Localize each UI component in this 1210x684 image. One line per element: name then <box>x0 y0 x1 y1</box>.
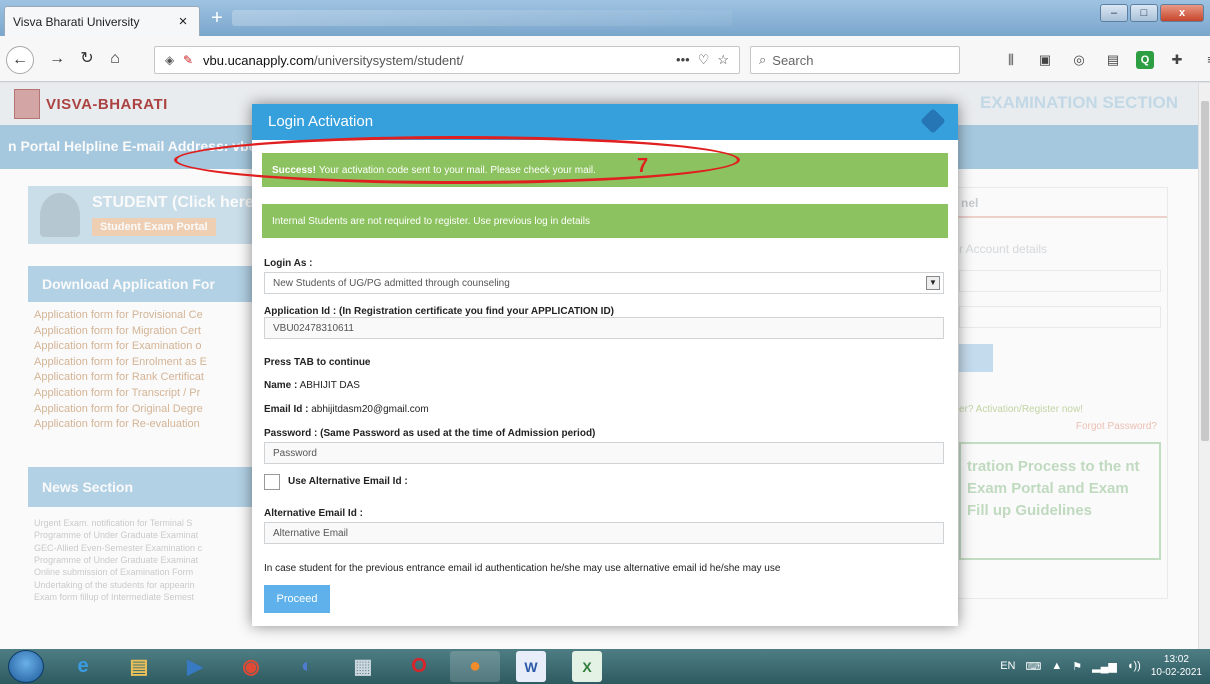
url-path: /universitysystem/student/ <box>314 52 464 68</box>
internet-explorer-icon[interactable]: e <box>58 651 108 682</box>
taskbar-apps: e ▤ ▶ ◉ ◐ ▦ O ● W X <box>58 651 612 682</box>
menu-icon[interactable]: ≡ <box>1200 49 1210 71</box>
press-tab-label: Press TAB to continue <box>264 357 371 368</box>
clock-date: 10-02-2021 <box>1150 667 1202 678</box>
url-text[interactable]: vbu.ucanapply.com/universitysystem/stude… <box>203 53 676 68</box>
browser-tab-bar: Visva Bharati University × + – □ x <box>0 0 1210 36</box>
chevron-down-icon[interactable]: ▼ <box>926 276 940 290</box>
forward-arrow-icon[interactable]: → <box>46 49 68 71</box>
alt-email-label: Alternative Email Id : <box>264 508 363 519</box>
window-controls: – □ x <box>1100 4 1204 22</box>
home-icon[interactable]: ⌂ <box>104 49 126 71</box>
alt-email-checkbox[interactable] <box>264 474 280 490</box>
alt-email-input[interactable]: Alternative Email <box>264 522 944 544</box>
annotation-ellipse <box>174 136 740 184</box>
language-indicator[interactable]: EN <box>1000 660 1015 672</box>
new-tab-button[interactable]: + <box>206 8 228 30</box>
shield-icon[interactable]: ◈ <box>165 53 183 67</box>
media-player-icon[interactable]: ▶ <box>170 651 220 682</box>
proceed-button[interactable]: Proceed <box>264 585 330 613</box>
login-as-label: Login As : <box>264 258 313 269</box>
tab-close-icon[interactable]: × <box>175 13 191 30</box>
footnote-text: In case student for the previous entranc… <box>264 563 781 574</box>
back-arrow-icon[interactable]: ← <box>6 46 34 74</box>
url-actions: ••• ♡ ☆ <box>676 52 739 68</box>
press-tab-text: Press TAB to continue <box>264 357 371 368</box>
action-center-flag-icon[interactable]: ⚑ <box>1072 660 1082 673</box>
screenshot-icon[interactable]: ▤ <box>1102 49 1124 71</box>
opera-icon[interactable]: O <box>394 651 444 682</box>
clock[interactable]: 13:02 10-02-2021 <box>1151 653 1202 679</box>
insecure-lock-icon[interactable]: ✎ <box>183 53 203 67</box>
name-row: Name : ABHIJIT DAS <box>264 380 360 391</box>
close-window-button[interactable]: x <box>1160 4 1204 22</box>
modal-title: Login Activation <box>268 113 374 130</box>
show-hidden-icon[interactable]: ▲ <box>1051 660 1062 672</box>
name-label: Name : <box>264 380 298 391</box>
url-host: vbu.ucanapply.com <box>203 52 315 68</box>
info-alert: Internal Students are not required to re… <box>262 204 948 238</box>
volume-icon[interactable]: ◖)) <box>1127 660 1141 672</box>
bookmark-star-icon[interactable]: ☆ <box>717 52 729 68</box>
tab-title: Visva Bharati University <box>13 14 140 29</box>
page-scrollbar[interactable] <box>1198 83 1210 649</box>
email-label: Email Id : <box>264 404 309 415</box>
word-icon[interactable]: W <box>516 651 546 682</box>
search-input[interactable]: ⌕ Search <box>750 46 960 74</box>
name-value: ABHIJIT DAS <box>299 380 360 391</box>
scrollbar-thumb[interactable] <box>1201 101 1209 441</box>
search-placeholder: Search <box>772 52 814 68</box>
application-id-label: Application Id : (In Registration certif… <box>264 306 615 317</box>
email-value: abhijitdasm20@gmail.com <box>311 404 429 415</box>
windows-taskbar: e ▤ ▶ ◉ ◐ ▦ O ● W X EN ⌨ ▲ ⚑ ▂▄▆ ◖)) 13:… <box>0 649 1210 684</box>
search-icon: ⌕ <box>759 52 767 67</box>
annotation-number: 7 <box>637 155 649 177</box>
reload-icon[interactable]: ↻ <box>76 49 98 71</box>
keyboard-icon[interactable]: ⌨ <box>1025 660 1041 673</box>
password-field[interactable]: Password <box>264 442 944 464</box>
extensions-icon[interactable]: ✚ <box>1166 49 1188 71</box>
pocket-icon[interactable]: ♡ <box>698 52 710 68</box>
clock-time: 13:02 <box>1163 654 1189 665</box>
file-explorer-icon[interactable]: ▤ <box>114 651 164 682</box>
library-icon[interactable]: ⫼ <box>1000 49 1022 71</box>
email-row: Email Id : abhijitdasm20@gmail.com <box>264 404 429 415</box>
system-tray: EN ⌨ ▲ ⚑ ▂▄▆ ◖)) 13:02 10-02-2021 <box>1000 653 1202 679</box>
extension-q-icon[interactable]: Q <box>1136 51 1154 69</box>
maximize-button[interactable]: □ <box>1130 4 1158 22</box>
firefox-icon[interactable]: ● <box>450 651 500 682</box>
page-actions-icon[interactable]: ••• <box>676 52 690 68</box>
chrome-icon[interactable]: ◉ <box>226 651 276 682</box>
tab-visva-bharati[interactable]: Visva Bharati University × <box>4 6 200 36</box>
account-icon[interactable]: ◎ <box>1068 49 1090 71</box>
application-id-input[interactable]: VBU02478310611 <box>264 317 944 339</box>
calculator-icon[interactable]: ▦ <box>338 651 388 682</box>
background-tab[interactable] <box>232 10 732 26</box>
app-icon[interactable]: ◐ <box>282 651 332 682</box>
login-as-value: New Students of UG/PG admitted through c… <box>273 278 510 289</box>
minimize-button[interactable]: – <box>1100 4 1128 22</box>
excel-icon[interactable]: X <box>572 651 602 682</box>
url-bar[interactable]: ◈ ✎ vbu.ucanapply.com/universitysystem/s… <box>154 46 740 74</box>
browser-nav-bar: ← → ↻ ⌂ ◈ ✎ vbu.ucanapply.com/university… <box>0 36 1210 82</box>
alt-email-checkbox-label[interactable]: Use Alternative Email Id : <box>288 476 408 487</box>
login-as-select[interactable]: New Students of UG/PG admitted through c… <box>264 272 944 294</box>
diamond-logo-icon <box>920 108 946 134</box>
start-button[interactable] <box>8 650 44 683</box>
password-label: Password : (Same Password as used at the… <box>264 428 596 439</box>
network-signal-icon[interactable]: ▂▄▆ <box>1092 660 1117 673</box>
sidebar-icon[interactable]: ▣ <box>1034 49 1056 71</box>
toolbar-icons: ⫼ ▣ ◎ ▤ Q ✚ ≡ <box>1000 49 1210 71</box>
modal-header: Login Activation <box>252 104 958 140</box>
